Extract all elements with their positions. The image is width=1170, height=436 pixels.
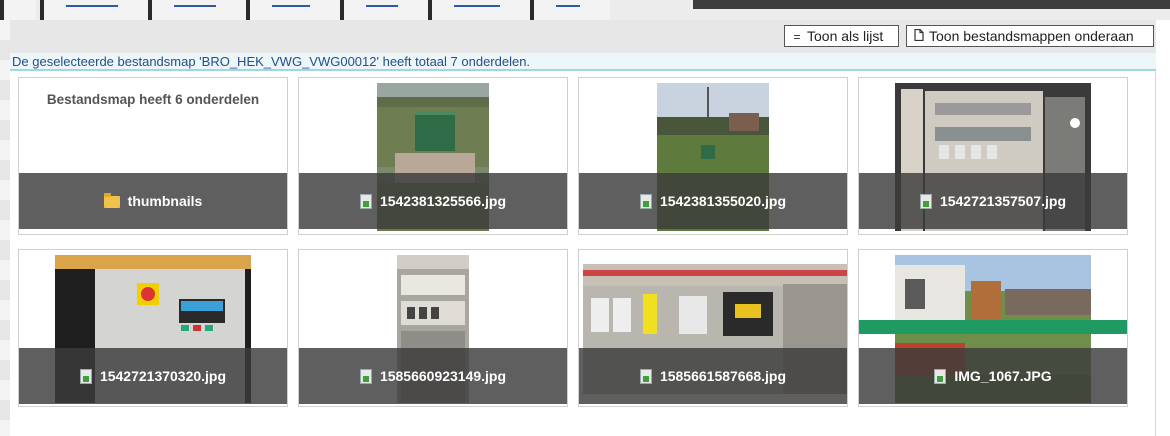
image-file-icon (359, 193, 372, 209)
file-grid: Bestandsmap heeft 6 onderdelen thumbnail… (10, 71, 1156, 436)
toolbar-tab[interactable] (530, 0, 610, 20)
file-name: 1542381355020.jpg (659, 193, 787, 209)
folder-caption: thumbnails (19, 173, 287, 229)
show-folders-below-button[interactable]: Toon bestandsmappen onderaan (906, 25, 1154, 47)
file-caption: 1542381355020.jpg (579, 173, 847, 229)
file-name: 1585661587668.jpg (659, 368, 787, 384)
file-name: 1542721357507.jpg (939, 193, 1067, 209)
file-name: 1585660923149.jpg (379, 368, 507, 384)
top-toolbar (0, 0, 1170, 20)
header-strip (693, 0, 1170, 9)
file-tile[interactable]: 1585661587668.jpg (578, 249, 848, 407)
image-file-icon (919, 193, 932, 209)
folder-tile[interactable]: Bestandsmap heeft 6 onderdelen thumbnail… (18, 77, 288, 235)
list-icon: = (793, 30, 801, 44)
left-panel-edge (0, 20, 10, 436)
image-file-icon (639, 368, 652, 384)
document-icon (913, 27, 925, 47)
toolbar-tab[interactable] (148, 0, 246, 20)
folder-item-count: Bestandsmap heeft 6 onderdelen (46, 92, 260, 107)
file-tile[interactable]: IMG_1067.JPG (858, 249, 1128, 407)
image-file-icon (79, 368, 92, 384)
file-tile[interactable]: 1542381325566.jpg (298, 77, 568, 235)
action-bar: = Toon als lijst Toon bestandsmappen onde… (10, 20, 1156, 53)
show-as-list-label: Toon als lijst (807, 28, 884, 44)
file-tile[interactable]: 1585660923149.jpg (298, 249, 568, 407)
file-name: 1542381325566.jpg (379, 193, 507, 209)
folder-name: thumbnails (127, 193, 203, 209)
file-caption: 1542721357507.jpg (859, 173, 1127, 229)
toolbar-tab[interactable] (340, 0, 428, 20)
file-name: IMG_1067.JPG (954, 368, 1052, 384)
file-caption: 1542381325566.jpg (299, 173, 567, 229)
toolbar-tab[interactable] (246, 0, 340, 20)
toolbar-tab[interactable] (40, 0, 148, 20)
file-caption: 1585660923149.jpg (299, 348, 567, 404)
file-caption: IMG_1067.JPG (859, 348, 1127, 404)
file-caption: 1585661587668.jpg (579, 348, 847, 404)
file-caption: 1542721370320.jpg (19, 348, 287, 404)
file-tile[interactable]: 1542721357507.jpg (858, 77, 1128, 235)
image-file-icon (934, 368, 947, 384)
info-message: De geselecteerde bestandsmap 'BRO_HEK_VW… (10, 53, 1156, 71)
folder-icon (103, 193, 120, 208)
toolbar-tab[interactable] (428, 0, 530, 20)
highlight-stripe (859, 320, 1127, 334)
file-name: 1542721370320.jpg (99, 368, 227, 384)
file-tile[interactable]: 1542721370320.jpg (18, 249, 288, 407)
file-tile[interactable]: 1542381355020.jpg (578, 77, 848, 235)
image-file-icon (639, 193, 652, 209)
show-as-list-button[interactable]: = Toon als lijst (784, 25, 899, 47)
toolbar-tab[interactable] (0, 0, 36, 20)
image-file-icon (359, 368, 372, 384)
show-folders-below-label: Toon bestandsmappen onderaan (929, 28, 1134, 44)
